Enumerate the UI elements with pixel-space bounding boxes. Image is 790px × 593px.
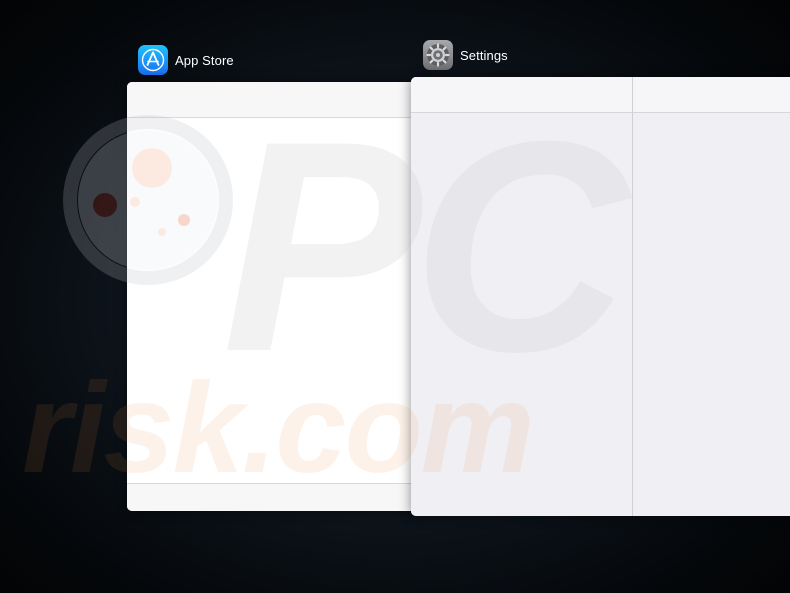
settings-master-pane xyxy=(411,77,633,516)
app-store-tabbar xyxy=(127,483,427,511)
settings-master-navbar xyxy=(411,77,632,113)
settings-detail-pane xyxy=(633,77,790,516)
app-store-navbar xyxy=(127,82,427,118)
settings-detail-navbar xyxy=(633,77,790,113)
settings-label: Settings xyxy=(460,47,508,63)
settings-gear-icon[interactable] xyxy=(423,40,453,70)
app-store-card[interactable] xyxy=(127,82,427,511)
settings-card[interactable] xyxy=(411,77,790,516)
app-store-label: App Store xyxy=(175,52,234,68)
app-store-content xyxy=(127,118,427,483)
settings-header[interactable]: Settings xyxy=(423,40,508,70)
app-store-header[interactable]: App Store xyxy=(138,45,234,75)
app-store-icon[interactable] xyxy=(138,45,168,75)
